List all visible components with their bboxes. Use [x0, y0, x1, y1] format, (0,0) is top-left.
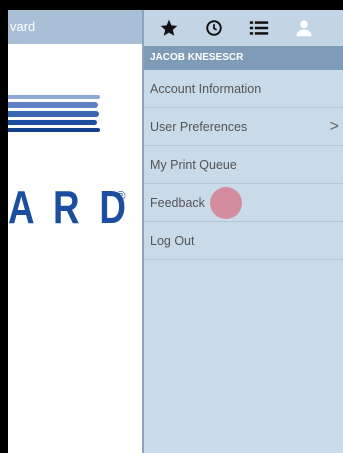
user-icon[interactable] [287, 16, 321, 40]
menu-item-label: Feedback [150, 196, 205, 210]
background-app-header: vard [8, 10, 142, 44]
list-icon[interactable] [242, 16, 276, 40]
menu-item-user-preferences[interactable]: User Preferences > [144, 108, 343, 146]
logo-stripe [8, 102, 98, 108]
user-menu-panel: JACOB KNESESCR Account Information User … [142, 10, 343, 453]
logo-registered-mark: ® [116, 188, 126, 203]
clock-icon[interactable] [197, 16, 231, 40]
star-icon[interactable] [152, 16, 186, 40]
menu-item-feedback[interactable]: Feedback [144, 184, 343, 222]
menu-item-log-out[interactable]: Log Out [144, 222, 343, 260]
menu-toolbar [144, 10, 343, 46]
chevron-right-icon: > [329, 118, 339, 135]
logo-text: A R D [8, 181, 131, 233]
click-indicator [210, 187, 242, 219]
logo-stripe [8, 120, 97, 125]
menu-item-label: Account Information [150, 82, 262, 96]
logo-stripe [8, 95, 100, 99]
menu-item-account-information[interactable]: Account Information [144, 70, 343, 108]
user-name-bar: JACOB KNESESCR [144, 46, 343, 70]
background-app-panel: vard A R D ® [8, 10, 142, 453]
logo-stripe [8, 111, 99, 117]
logo-stripe [8, 128, 100, 132]
menu-item-my-print-queue[interactable]: My Print Queue [144, 146, 343, 184]
menu-item-label: Log Out [150, 234, 195, 248]
menu-item-label: My Print Queue [150, 158, 237, 172]
menu-item-label: User Preferences [150, 120, 248, 134]
